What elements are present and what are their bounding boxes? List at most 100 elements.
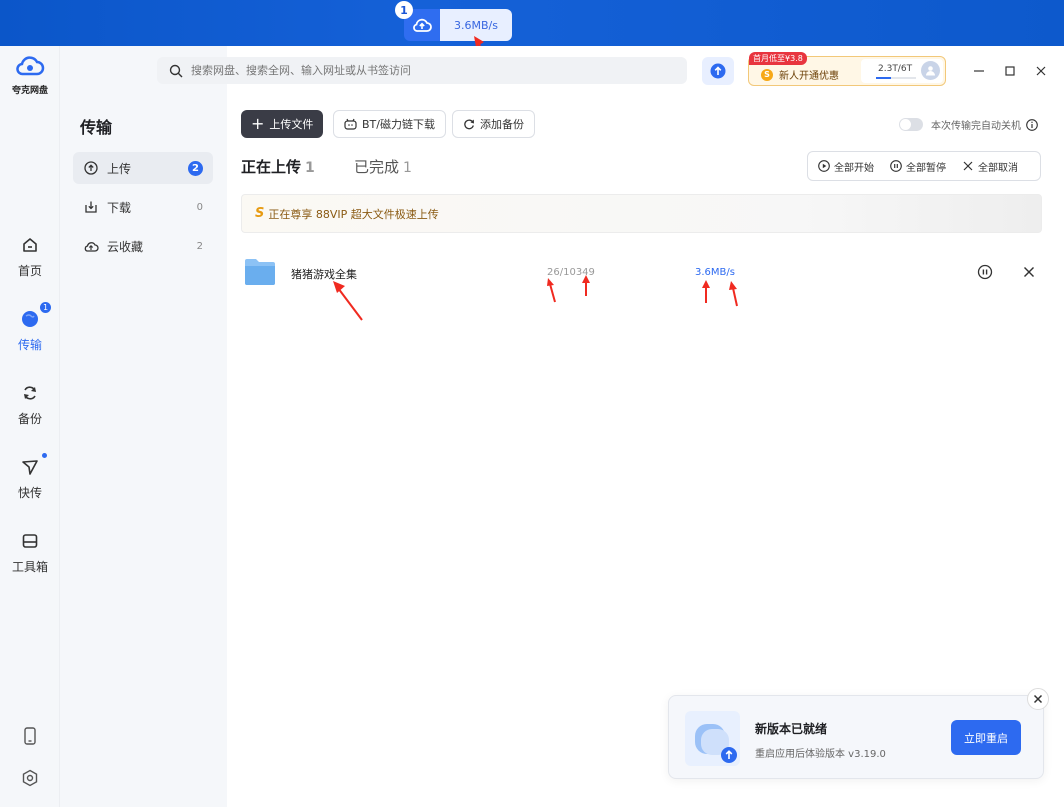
plus-icon: + [251,114,265,133]
start-all-button[interactable]: 全部开始 [818,159,874,174]
search-icon [169,64,183,77]
play-circle-icon [818,160,830,172]
promo-offer[interactable]: S 新人开通优惠 [761,67,839,82]
bulk-actions: 全部开始 全部暂停 全部取消 [807,151,1041,181]
close-icon[interactable] [1021,264,1037,280]
minimize-icon [974,70,984,72]
close-icon [1036,66,1046,76]
rail-item-label: 快传 [17,486,42,500]
sub-nav-item-download[interactable]: 下载 0 [73,191,213,223]
app-logo[interactable]: 夸克网盘 [10,54,50,96]
vip-banner-text: 正在尊享 88VIP 超大文件极速上传 [268,207,439,221]
sub-nav-label: 云收藏 [107,239,144,254]
cloud-save-icon [83,238,99,254]
desktop-taskbar [0,0,1064,46]
storage-quota[interactable]: 2.3T/6T [861,59,943,83]
auto-shutdown-label: 本次传输完自动关机 [931,121,1021,132]
auto-shutdown-toggle[interactable] [899,118,923,131]
sub-nav-label: 下载 [107,200,132,215]
sub-nav-label: 上传 [107,161,132,176]
upload-file-label: 上传文件 [269,118,314,131]
annotation-arrow [702,280,710,303]
close-icon [1033,694,1043,704]
toast-subtitle: 重启应用后体验版本 v3.19.0 [755,749,886,760]
pause-circle-icon[interactable] [977,264,993,280]
bt-magnet-download-button[interactable]: BT/磁力链下载 [333,110,446,138]
annotation-arrow [547,278,556,303]
rail-item-label: 传输 [17,338,42,352]
sub-nav-count: 2 [188,160,203,176]
minimize-button[interactable] [968,60,990,82]
tab-count: 1 [305,160,315,176]
cancel-all-label: 全部取消 [978,162,1018,174]
annotation-arrow [729,281,738,307]
rail-item-label: 工具箱 [11,560,48,574]
app-window: 夸克网盘 首页 传输 1 备份 快传 工具箱 传输 上传 2 下载 0 云收藏 … [0,46,1064,807]
rail-item-backup[interactable]: 备份 [0,382,60,427]
add-backup-button[interactable]: 添加备份 [452,110,535,138]
quark-logo-icon [16,56,45,76]
pause-circle-icon [890,160,902,172]
restart-now-button[interactable]: 立即重启 [951,720,1021,755]
rail-item-label: 首页 [17,264,42,278]
search-input[interactable] [191,64,671,77]
bt-download-label: BT/磁力链下载 [362,118,435,131]
sub-nav-count: 2 [196,240,203,252]
maximize-icon [1005,66,1015,76]
promo-offer-text: 新人开通优惠 [779,71,839,82]
close-icon [963,161,973,171]
quick-upload-button[interactable] [702,57,734,85]
info-icon[interactable] [1026,118,1038,131]
rail-quicksend-dot [42,453,47,458]
promo-tag: 首月低至¥3.8 [749,52,807,65]
quota-text: 2.3T/6T [878,64,913,74]
sub-nav-title: 传输 [80,118,113,137]
cancel-all-button[interactable]: 全部取消 [962,159,1018,174]
rail-item-quicksend[interactable]: 快传 [0,456,60,501]
rail-transfer-badge: 1 [40,302,51,313]
rail-item-label: 备份 [17,412,42,426]
close-window-button[interactable] [1030,60,1052,82]
toast-close-button[interactable] [1027,688,1049,710]
tab-count: 1 [403,160,412,176]
bt-icon [344,118,357,130]
add-backup-label: 添加备份 [480,118,524,131]
backup-sync-icon [19,382,41,404]
annotation-arrow [582,275,590,296]
maximize-button[interactable] [999,60,1021,82]
toolbox-icon [19,530,41,552]
upload-arrow-icon [710,63,726,79]
left-rail: 夸克网盘 首页 传输 1 备份 快传 工具箱 [0,46,60,807]
app-logo-label: 夸克网盘 [11,86,48,96]
avatar[interactable] [921,61,940,80]
vip-coin-icon: S [761,68,773,81]
transfer-sub-nav: 传输 上传 2 下载 0 云收藏 2 [60,46,227,807]
settings-gear-icon[interactable] [19,767,41,789]
pause-all-label: 全部暂停 [906,162,946,174]
search-bar[interactable] [157,57,687,84]
vip-speed-banner: S 正在尊享 88VIP 超大文件极速上传 [241,194,1042,233]
tab-uploading[interactable]: 正在上传 1 [241,156,315,177]
auto-shutdown-row: 本次传输完自动关机 [899,117,1038,132]
refresh-icon [464,119,474,130]
tab-label: 正在上传 [241,158,302,176]
phone-icon[interactable] [19,725,41,747]
rail-item-home[interactable]: 首页 [0,234,60,279]
rail-item-toolbox[interactable]: 工具箱 [0,530,60,575]
vip-promo-box[interactable]: 首月低至¥3.8 S 新人开通优惠 2.3T/6T [748,52,946,86]
annotation-arrow [333,281,363,321]
rail-item-transfer[interactable]: 传输 [0,308,60,353]
toast-title: 新版本已就绪 [755,722,828,736]
tab-label: 已完成 [354,158,400,176]
floating-count-badge: 1 [395,1,413,19]
tab-completed[interactable]: 已完成 1 [354,156,412,177]
pause-all-button[interactable]: 全部暂停 [890,159,946,174]
download-box-icon [83,199,99,215]
upload-file-button[interactable]: + 上传文件 [241,110,324,138]
update-illustration-icon [685,711,740,766]
quota-bar [876,77,916,79]
sub-nav-item-cloud-save[interactable]: 云收藏 2 [73,230,213,262]
home-icon [19,234,41,256]
quota-fill [876,77,892,79]
sub-nav-item-upload[interactable]: 上传 2 [73,152,213,184]
